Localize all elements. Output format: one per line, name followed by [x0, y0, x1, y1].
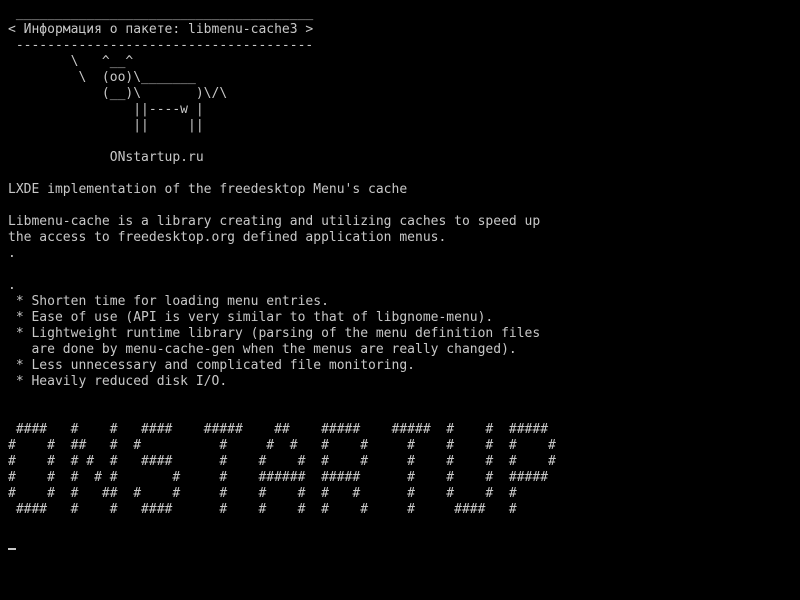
banner-art-line: # # ## # # # # # # # # # # # #: [8, 438, 556, 453]
speech-bubble-text: < Информация о пакете: libmenu-cache3 >: [8, 22, 314, 37]
description-line: Libmenu-cache is a library creating and …: [8, 214, 541, 229]
speech-bubble-top-border: ______________________________________: [8, 6, 314, 21]
feature-list-item: * Heavily reduced disk I/O.: [8, 374, 228, 389]
prompt-line[interactable]: [8, 534, 800, 550]
cowsay-art-line: ||----w |: [8, 102, 204, 117]
banner-art-line: #### # # #### ##### ## ##### ##### # # #…: [8, 422, 549, 437]
description-line: .: [8, 246, 16, 261]
cowsay-art-line: \ (oo)\_______: [8, 70, 196, 85]
feature-list-item-continued: are done by menu-cache-gen when the menu…: [8, 342, 517, 357]
banner-art-line: #### # # #### # # # # # # #### #: [8, 502, 517, 517]
description-line: the access to freedesktop.org defined ap…: [8, 230, 447, 245]
feature-list-item: * Shorten time for loading menu entries.: [8, 294, 329, 309]
cowsay-art-line: (__)\ )\/\: [8, 86, 228, 101]
feature-list-item: * Less unnecessary and complicated file …: [8, 358, 415, 373]
cowsay-art-line: || ||: [8, 118, 204, 133]
banner-art-line: # # # ## # # # # # # # # # # #: [8, 486, 517, 501]
site-credit: ONstartup.ru: [8, 150, 204, 165]
speech-bubble-bottom-border: --------------------------------------: [8, 38, 314, 53]
feature-list-item: * Ease of use (API is very similar to th…: [8, 310, 494, 325]
terminal-screen[interactable]: ______________________________________ <…: [0, 0, 800, 600]
package-summary: LXDE implementation of the freedesktop M…: [8, 182, 408, 197]
cowsay-art-line: \ ^__^: [8, 54, 134, 69]
description-line: .: [8, 278, 16, 293]
banner-art-line: # # # # # # # ###### ##### # # # #####: [8, 470, 549, 485]
banner-art-line: # # # # # #### # # # # # # # # # #: [8, 454, 556, 469]
text-cursor: [8, 548, 16, 550]
feature-list-item: * Lightweight runtime library (parsing o…: [8, 326, 541, 341]
